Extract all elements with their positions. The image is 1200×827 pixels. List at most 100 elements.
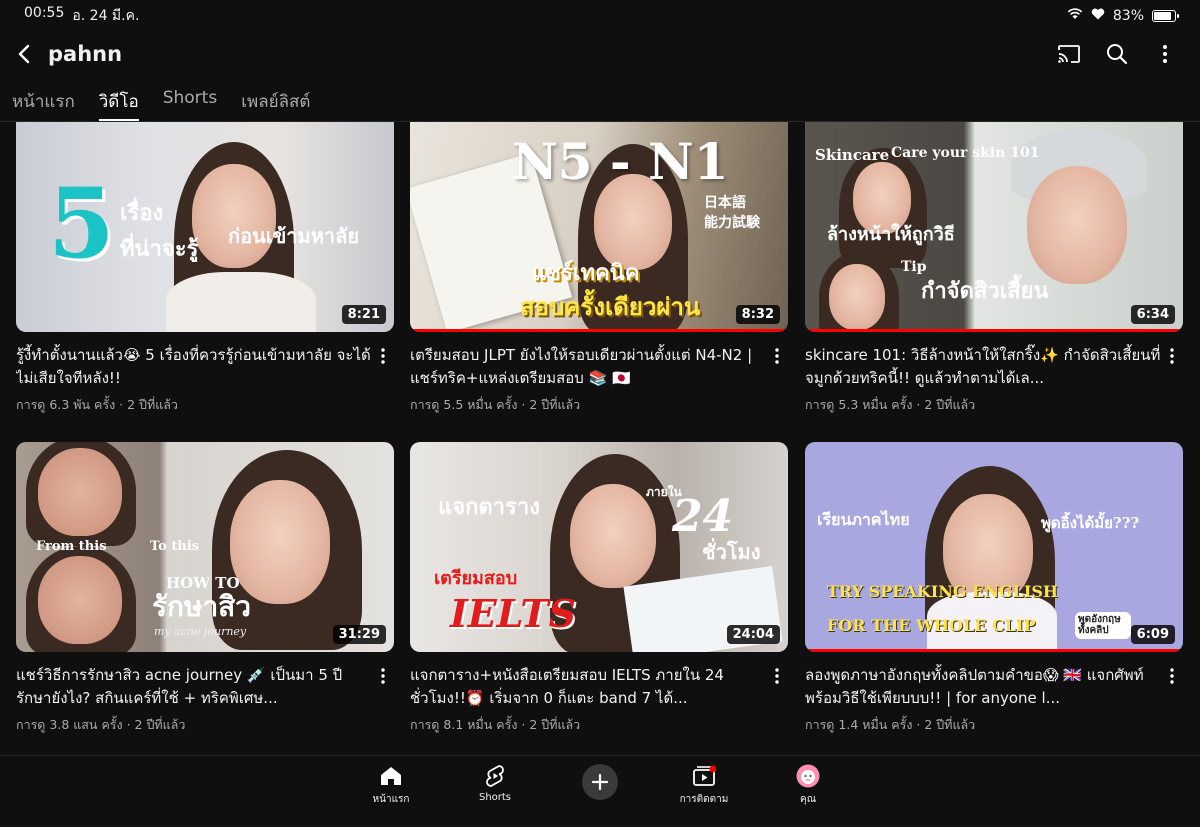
more-vert-icon xyxy=(381,348,385,364)
nav-you[interactable]: คุณ xyxy=(773,764,843,807)
nav-you-label: คุณ xyxy=(800,794,816,805)
battery-percent: 83% xyxy=(1112,8,1144,24)
channel-title: pahnn xyxy=(48,42,123,66)
duration-badge: 8:21 xyxy=(341,305,386,324)
more-vert-icon xyxy=(1170,348,1174,364)
video-more-button[interactable] xyxy=(766,344,788,415)
thumbnail-text: ชั่วโมง xyxy=(702,540,761,564)
thumbnail-text: 5 xyxy=(48,167,115,280)
video-card[interactable]: Skincare Care your skin 101 ล้างหน้าให้ถ… xyxy=(805,122,1183,415)
thumbnail-text: Tip xyxy=(901,259,927,275)
tab-videos[interactable]: วิดีโอ xyxy=(98,76,139,121)
video-thumbnail[interactable]: Skincare Care your skin 101 ล้างหน้าให้ถ… xyxy=(805,122,1183,332)
duration-badge: 31:29 xyxy=(332,625,386,644)
thumbnail-text: 24 xyxy=(672,491,734,542)
video-more-button[interactable] xyxy=(766,664,788,735)
video-thumbnail[interactable]: เรียนภาคไทย พูดอิ้งได้มั้ย??? TRY SPEAKI… xyxy=(805,442,1183,652)
cast-icon[interactable] xyxy=(1056,41,1082,67)
thumbnail-text: เรื่อง xyxy=(120,200,164,226)
create-button[interactable] xyxy=(582,764,618,800)
video-title[interactable]: เตรียมสอบ JLPT ยังไงให้รอบเดียวผ่านตั้งแ… xyxy=(410,344,766,390)
thumbnail-text: พูดอิ้งได้มั้ย??? xyxy=(1041,514,1140,532)
video-thumbnail[interactable]: N5 - N1 日本語 能力試験 แชร์เทคนิค สอบครั้งเดีย… xyxy=(410,122,788,332)
video-title[interactable]: ลองพูดภาษาอังกฤษทั้งคลิปตามคำขอ😱 🇬🇧 แจกศ… xyxy=(805,664,1161,710)
back-button[interactable] xyxy=(14,44,34,64)
thumbnail-text: my acne journey xyxy=(154,625,247,638)
thumbnail-text: 日本語 xyxy=(704,195,746,211)
thumbnail-text: FOR THE WHOLE CLIP xyxy=(827,616,1036,635)
thumbnail-text: Care your skin 101 xyxy=(891,145,1040,161)
more-vert-icon[interactable] xyxy=(1152,41,1178,67)
app-bar: pahnn xyxy=(0,32,1200,76)
thumbnail-text: ล้างหน้าให้ถูกวิธี xyxy=(827,224,955,245)
thumbnail-text: สอบครั้งเดียวผ่าน xyxy=(520,292,701,321)
video-card[interactable]: From this To this HOW TO รักษาสิว my acn… xyxy=(16,442,394,735)
video-card[interactable]: 5 เรื่อง ที่น่าจะรู้ ก่อนเข้ามหาลัย 8:21… xyxy=(16,122,394,415)
video-more-button[interactable] xyxy=(372,664,394,735)
nav-subscriptions[interactable]: การติดตาม xyxy=(669,764,739,807)
heart-icon xyxy=(1091,8,1105,24)
home-icon xyxy=(380,764,402,788)
thumbnail-text: From this xyxy=(36,539,107,554)
tab-home[interactable]: หน้าแรก xyxy=(12,76,75,121)
watch-progress-bar xyxy=(805,329,1183,332)
back-arrow-icon xyxy=(18,44,30,64)
video-stats: การดู 5.3 หมื่น ครั้ง · 2 ปีที่แล้ว xyxy=(805,397,976,412)
video-thumbnail[interactable]: 5 เรื่อง ที่น่าจะรู้ ก่อนเข้ามหาลัย 8:21 xyxy=(16,122,394,332)
video-title[interactable]: skincare 101: วิธีล้างหน้าให้ใสกริ๊ง✨ กำ… xyxy=(805,344,1161,390)
thumbnail-text: แชร์เทคนิค xyxy=(532,260,640,286)
nav-home-label: หน้าแรก xyxy=(372,794,410,805)
video-title[interactable]: แชร์วิธีการรักษาสิว acne journey 💉 เป็นม… xyxy=(16,664,372,710)
nav-shorts[interactable]: Shorts xyxy=(460,764,530,803)
channel-tabs: หน้าแรก วิดีโอ Shorts เพลย์ลิสต์ xyxy=(0,76,1200,122)
video-stats: การดู 5.5 หมื่น ครั้ง · 2 ปีที่แล้ว xyxy=(410,397,581,412)
duration-badge: 8:32 xyxy=(735,305,780,324)
video-card[interactable]: N5 - N1 日本語 能力試験 แชร์เทคนิค สอบครั้งเดีย… xyxy=(410,122,788,415)
status-time: 00:55 xyxy=(24,5,65,21)
search-icon[interactable] xyxy=(1104,41,1130,67)
thumbnail-text: Skincare xyxy=(815,146,890,164)
thumbnail-text: N5 - N1 xyxy=(512,132,729,191)
more-vert-icon xyxy=(775,348,779,364)
video-title[interactable]: รู้งี้ทำตั้งนานแล้ว😭 5 เรื่องที่ควรรู้ก่… xyxy=(16,344,372,390)
duration-badge: 24:04 xyxy=(726,625,780,644)
video-thumbnail[interactable]: From this To this HOW TO รักษาสิว my acn… xyxy=(16,442,394,652)
thumbnail-text: เตรียมสอบ xyxy=(434,568,518,589)
watch-progress-bar xyxy=(410,329,788,332)
video-card[interactable]: แจกตาราง ภายใน 24 ชั่วโมง เตรียมสอบ IELT… xyxy=(410,442,788,735)
video-stats: การดู 1.4 หมื่น ครั้ง · 2 ปีที่แล้ว xyxy=(805,717,976,732)
video-thumbnail[interactable]: แจกตาราง ภายใน 24 ชั่วโมง เตรียมสอบ IELT… xyxy=(410,442,788,652)
video-more-button[interactable] xyxy=(1161,344,1183,415)
status-bar: 00:55 อ. 24 มี.ค. 83% xyxy=(0,0,1200,32)
thumbnail-text: แจกตาราง xyxy=(438,494,540,520)
video-stats: การดู 6.3 พัน ครั้ง · 2 ปีที่แล้ว xyxy=(16,397,178,412)
video-more-button[interactable] xyxy=(372,344,394,415)
avatar xyxy=(796,764,820,788)
tab-playlists[interactable]: เพลย์ลิสต์ xyxy=(241,76,310,121)
video-stats: การดู 8.1 หมื่น ครั้ง · 2 ปีที่แล้ว xyxy=(410,717,581,732)
thumbnail-text: IELTS xyxy=(450,591,577,636)
nav-shorts-label: Shorts xyxy=(478,792,512,803)
battery-icon xyxy=(1152,10,1179,22)
shorts-icon xyxy=(485,764,505,788)
video-card[interactable]: เรียนภาคไทย พูดอิ้งได้มั้ย??? TRY SPEAKI… xyxy=(805,442,1183,735)
more-vert-icon xyxy=(381,668,385,684)
plus-icon xyxy=(591,773,609,791)
watch-progress-bar xyxy=(805,649,1183,652)
video-title[interactable]: แจกตาราง+หนังสือเตรียมสอบ IELTS ภายใน 24… xyxy=(410,664,766,710)
thumbnail-text: TRY SPEAKING ENGLISH xyxy=(827,582,1059,601)
video-more-button[interactable] xyxy=(1161,664,1183,735)
status-date: อ. 24 มี.ค. xyxy=(72,8,140,24)
subscriptions-icon xyxy=(692,764,716,788)
more-vert-icon xyxy=(1170,668,1174,684)
thumbnail-text: ที่น่าจะรู้ xyxy=(120,236,199,262)
duration-badge: 6:09 xyxy=(1130,625,1175,644)
nav-home[interactable]: หน้าแรก xyxy=(356,764,426,807)
more-vert-icon xyxy=(775,668,779,684)
thumbnail-text: รักษาสิว xyxy=(152,590,251,623)
thumbnail-text: ก่อนเข้ามหาลัย xyxy=(228,224,360,248)
thumbnail-text: กำจัดสิวเสี้ยน xyxy=(921,278,1049,304)
tab-shorts[interactable]: Shorts xyxy=(163,76,217,121)
video-grid: 5 เรื่อง ที่น่าจะรู้ ก่อนเข้ามหาลัย 8:21… xyxy=(16,122,1200,752)
bottom-navigation: หน้าแรก Shorts การติดตาม คุณ xyxy=(0,755,1200,827)
